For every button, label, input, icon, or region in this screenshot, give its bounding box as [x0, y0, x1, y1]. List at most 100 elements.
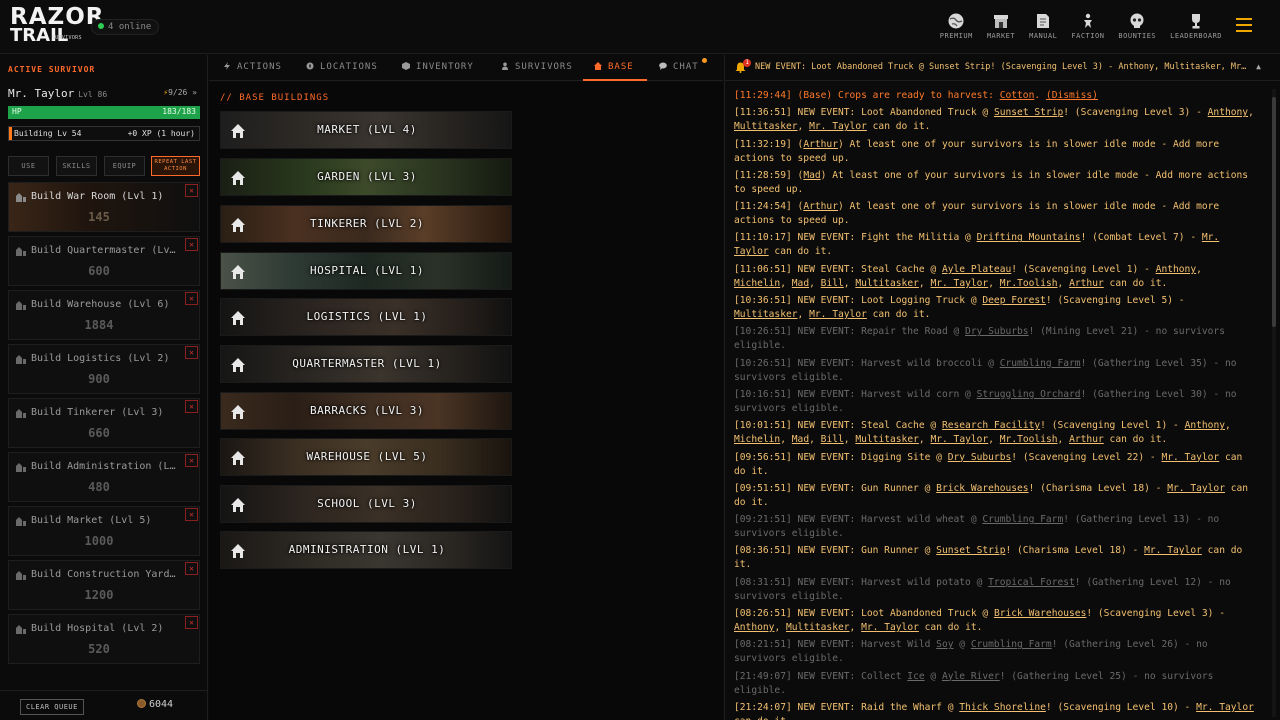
collapse-icon[interactable]: ▲: [1256, 62, 1261, 71]
event-ticker[interactable]: 1 NEW EVENT: Loot Abandoned Truck @ Suns…: [725, 55, 1280, 81]
event-link[interactable]: Research Facility: [942, 420, 1040, 431]
event-link[interactable]: Soy: [936, 639, 953, 650]
tab-locations[interactable]: LOCATIONS: [306, 55, 378, 81]
event-link[interactable]: Sunset Strip: [936, 545, 1005, 556]
event-link[interactable]: Brick Warehouses: [994, 608, 1086, 619]
equip-button[interactable]: EQUIP: [104, 156, 145, 176]
nav-leaderboard[interactable]: LEADERBOARD: [1170, 12, 1222, 40]
building-market[interactable]: MARKET (LVL 4): [220, 111, 512, 149]
remove-queue-item-icon[interactable]: ✕: [185, 616, 198, 629]
event-link[interactable]: Arthur: [1069, 278, 1104, 289]
nav-faction[interactable]: FACTION: [1071, 12, 1104, 40]
event-link[interactable]: Anthony: [1185, 420, 1225, 431]
event-link[interactable]: Crumbling Farm: [971, 639, 1052, 650]
tab-actions[interactable]: ACTIONS: [223, 55, 282, 81]
event-link[interactable]: Mr. Taylor: [1196, 702, 1254, 713]
event-link[interactable]: (Dismiss): [1046, 90, 1098, 101]
event-link[interactable]: Struggling Orchard: [977, 389, 1081, 400]
event-link[interactable]: Deep Forest: [982, 295, 1046, 306]
remove-queue-item-icon[interactable]: ✕: [185, 184, 198, 197]
event-link[interactable]: Michelin: [734, 278, 780, 289]
event-link[interactable]: Dry Suburbs: [948, 452, 1012, 463]
remove-queue-item-icon[interactable]: ✕: [185, 400, 198, 413]
event-link[interactable]: Mad: [792, 434, 809, 445]
event-link[interactable]: Multitasker: [855, 434, 919, 445]
event-link[interactable]: Mad: [792, 278, 809, 289]
event-link[interactable]: Mr. Taylor: [1144, 545, 1202, 556]
remove-queue-item-icon[interactable]: ✕: [185, 346, 198, 359]
survivor-energy[interactable]: ⚡9/26 »: [163, 88, 197, 97]
hamburger-menu-icon[interactable]: [1236, 18, 1252, 34]
building-logistics[interactable]: LOGISTICS (LVL 1): [220, 298, 512, 336]
event-link[interactable]: Multitasker: [734, 309, 798, 320]
event-link[interactable]: Mr. Taylor: [861, 622, 919, 633]
tab-survivors[interactable]: SURVIVORS: [501, 55, 573, 81]
event-link[interactable]: Cotton: [1000, 90, 1035, 101]
queue-item[interactable]: Build Hospital (Lvl 2) 520 ✕: [8, 614, 200, 664]
remove-queue-item-icon[interactable]: ✕: [185, 562, 198, 575]
queue-item[interactable]: Build Warehouse (Lvl 6) 1884 ✕: [8, 290, 200, 340]
event-link[interactable]: Arthur: [1069, 434, 1104, 445]
building-hospital[interactable]: HOSPITAL (LVL 1): [220, 252, 512, 290]
event-link[interactable]: Crumbling Farm: [982, 514, 1063, 525]
repeat-last-action-button[interactable]: REPEAT LAST ACTION: [151, 156, 200, 176]
event-link[interactable]: Dry Suburbs: [965, 326, 1029, 337]
queue-item[interactable]: Build Tinkerer (Lvl 3) 660 ✕: [8, 398, 200, 448]
event-link[interactable]: Michelin: [734, 434, 780, 445]
event-link[interactable]: Multitasker: [734, 121, 798, 132]
clear-queue-button[interactable]: CLEAR QUEUE: [20, 699, 84, 715]
event-link[interactable]: Mr. Taylor: [1161, 452, 1219, 463]
event-link[interactable]: Arthur: [803, 201, 838, 212]
event-link[interactable]: Multitasker: [786, 622, 850, 633]
remove-queue-item-icon[interactable]: ✕: [185, 292, 198, 305]
remove-queue-item-icon[interactable]: ✕: [185, 508, 198, 521]
event-link[interactable]: Mr.Toolish: [1000, 278, 1058, 289]
survivor-name-row[interactable]: Mr. Taylor Lvl 86: [8, 87, 107, 100]
energy-more-icon[interactable]: »: [192, 88, 197, 97]
event-link[interactable]: Mr. Taylor: [1167, 483, 1225, 494]
event-link[interactable]: Mr.Toolish: [1000, 434, 1058, 445]
event-link[interactable]: Mr. Taylor: [809, 121, 867, 132]
event-link[interactable]: Anthony: [1156, 264, 1196, 275]
queue-item[interactable]: Build War Room (Lvl 1) 145 ✕: [8, 182, 200, 232]
queue-item[interactable]: Build Quartermaster (Lv… 600 ✕: [8, 236, 200, 286]
building-quartermaster[interactable]: QUARTERMASTER (LVL 1): [220, 345, 512, 383]
nav-bounties[interactable]: BOUNTIES: [1118, 12, 1156, 40]
queue-item[interactable]: Build Logistics (Lvl 2) 900 ✕: [8, 344, 200, 394]
building-administration[interactable]: ADMINISTRATION (LVL 1): [220, 531, 512, 569]
building-warehouse[interactable]: WAREHOUSE (LVL 5): [220, 438, 512, 476]
game-logo[interactable]: RAZOR TRAIL SURVIVORS: [10, 6, 103, 48]
nav-manual[interactable]: MANUAL: [1029, 12, 1057, 40]
event-link[interactable]: Crumbling Farm: [1000, 358, 1081, 369]
event-link[interactable]: Anthony: [1208, 107, 1248, 118]
event-link[interactable]: Mr. Taylor: [930, 434, 988, 445]
use-button[interactable]: USE: [8, 156, 49, 176]
remove-queue-item-icon[interactable]: ✕: [185, 454, 198, 467]
queue-item[interactable]: Build Construction Yard… 1200 ✕: [8, 560, 200, 610]
scrollbar-thumb[interactable]: [1272, 97, 1276, 327]
event-link[interactable]: Bill: [821, 278, 844, 289]
building-tinkerer[interactable]: TINKERER (LVL 2): [220, 205, 512, 243]
event-link[interactable]: Bill: [821, 434, 844, 445]
event-log-scrollbar[interactable]: [1272, 89, 1276, 717]
event-link[interactable]: Ayle Plateau: [942, 264, 1011, 275]
remove-queue-item-icon[interactable]: ✕: [185, 238, 198, 251]
skills-button[interactable]: SKILLS: [56, 156, 97, 176]
event-link[interactable]: Arthur: [803, 139, 838, 150]
nav-premium[interactable]: PREMIUM: [940, 12, 973, 40]
event-link[interactable]: Ice: [907, 671, 924, 682]
building-school[interactable]: SCHOOL (LVL 3): [220, 485, 512, 523]
building-barracks[interactable]: BARRACKS (LVL 3): [220, 392, 512, 430]
nav-market[interactable]: MARKET: [987, 12, 1015, 40]
tab-chat[interactable]: CHAT: [659, 55, 707, 81]
event-link[interactable]: Ayle River: [942, 671, 1000, 682]
building-garden[interactable]: GARDEN (LVL 3): [220, 158, 512, 196]
event-link[interactable]: Tropical Forest: [988, 577, 1075, 588]
event-link[interactable]: Thick Shoreline: [959, 702, 1046, 713]
queue-item[interactable]: Build Administration (L… 480 ✕: [8, 452, 200, 502]
event-link[interactable]: Brick Warehouses: [936, 483, 1028, 494]
event-link[interactable]: Mr. Taylor: [930, 278, 988, 289]
event-link[interactable]: Sunset Strip: [994, 107, 1063, 118]
event-link[interactable]: Multitasker: [855, 278, 919, 289]
tab-inventory[interactable]: INVENTORY: [402, 55, 474, 81]
